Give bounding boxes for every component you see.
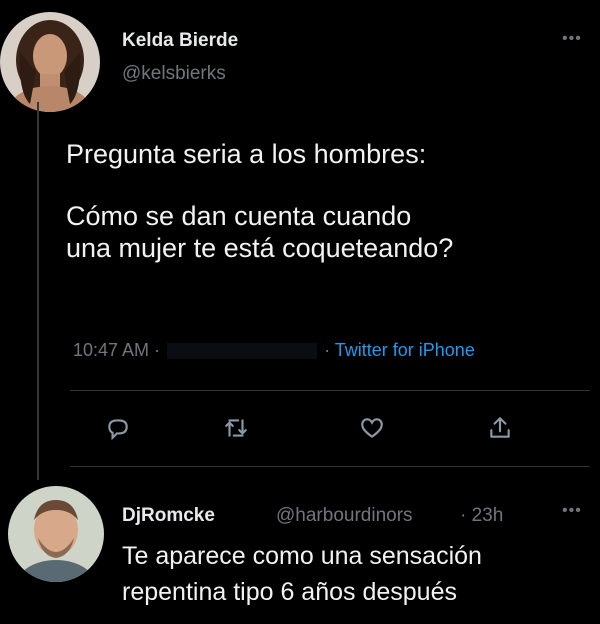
reply-author-name[interactable]: DjRomcke xyxy=(122,505,215,527)
tweet-text-line-1: Pregunta seria a los hombres: xyxy=(66,139,427,169)
reply-icon xyxy=(108,419,128,441)
like-icon xyxy=(361,418,383,438)
tweet-meta: 10:47 AM · · Twitter for iPhone xyxy=(73,340,475,361)
reply-author-avatar[interactable] xyxy=(8,486,104,582)
redacted-date xyxy=(167,343,318,360)
reply-time[interactable]: · 23h xyxy=(460,505,503,527)
tweet-text-line-2: Cómo se dan cuenta cuando xyxy=(66,201,412,231)
retweet-icon xyxy=(225,419,247,437)
tweet-timestamp[interactable]: 10:47 AM · xyxy=(73,340,160,360)
meta-separator: · xyxy=(324,340,331,360)
author-handle[interactable]: @kelsbierks xyxy=(122,63,226,85)
reply-text-line-1: Te aparece como una sensación xyxy=(122,542,482,570)
tweet-actions xyxy=(100,410,540,446)
reply-more-options-icon[interactable]: ••• xyxy=(562,502,582,520)
divider xyxy=(70,466,590,467)
reply-author-handle[interactable]: @harbourdinors xyxy=(276,505,413,527)
retweet-button[interactable] xyxy=(218,410,254,446)
more-options-icon[interactable]: ••• xyxy=(562,30,582,48)
author-avatar[interactable] xyxy=(0,12,100,112)
share-icon xyxy=(490,417,510,438)
like-button[interactable] xyxy=(354,410,390,446)
thread-line xyxy=(37,102,39,480)
tweet-text-line-3: una mujer te está coqueteando? xyxy=(66,233,454,263)
author-name[interactable]: Kelda Bierde xyxy=(122,30,238,52)
reply-button[interactable] xyxy=(100,410,136,446)
tweet-source-link[interactable]: Twitter for iPhone xyxy=(335,340,475,360)
share-button[interactable] xyxy=(482,410,518,446)
reply-text-line-2: repentina tipo 6 años después xyxy=(122,578,457,606)
divider xyxy=(70,390,590,391)
